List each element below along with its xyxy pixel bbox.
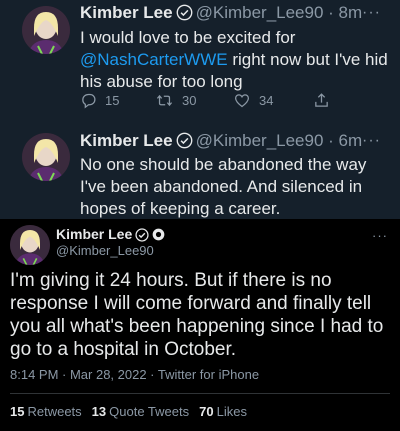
more-horizontal-icon[interactable]: ··· [362,132,381,150]
retweet-icon [155,92,174,109]
more-horizontal-icon[interactable]: ··· [362,4,381,22]
tweet-text-part: I would love to be excited for [80,28,296,47]
verified-badge-icon [176,4,193,26]
divider [10,393,390,394]
timestamp[interactable]: · 6m [328,131,362,150]
retweets-label: Retweets [27,404,82,419]
timeline-panel: Kimber Lee @Kimber_Lee90 · 8m ··· I would… [0,0,400,219]
quote-tweets-count: 13 [91,404,107,419]
quote-tweets-stat[interactable]: 13 Quote Tweets [92,404,189,419]
retweets-stat[interactable]: 15 Retweets [10,404,82,419]
likes-count: 70 [199,404,214,419]
display-name[interactable]: Kimber Lee [80,131,173,150]
verified-badge-icon [176,132,193,154]
engagement-stats: 15 Retweets 13 Quote Tweets 70 Likes [10,404,247,419]
handle[interactable]: @Kimber_Lee90 [196,131,324,150]
retweet-count: 30 [182,93,197,108]
handle[interactable]: @Kimber_Lee90 [56,243,154,258]
avatar[interactable] [22,6,70,54]
main-tweet-text: I'm giving it 24 hours. But if there is … [10,270,384,360]
share-icon [313,92,330,109]
handle[interactable]: @Kimber_Lee90 [196,3,324,22]
tweet-1[interactable]: Kimber Lee @Kimber_Lee90 · 8m ··· I would… [0,0,400,116]
retweets-count: 15 [10,404,25,419]
display-name[interactable]: Kimber Lee [80,3,173,22]
likes-stat[interactable]: 70 Likes [199,404,247,419]
tweet-meta: 8:14 PM · Mar 28, 2022 · Twitter for iPh… [10,367,260,382]
avatar[interactable] [22,133,70,181]
quote-tweets-label: Quote Tweets [109,404,190,419]
share-button[interactable] [313,92,330,109]
tweet-text: I would love to be excited for @NashCart… [80,27,390,93]
circle-badge-icon [152,226,165,242]
like-button[interactable]: 34 [233,92,313,109]
retweet-button[interactable]: 30 [155,92,233,109]
tweet-header: Kimber Lee @Kimber_Lee90 · 6m [80,131,362,154]
timestamp[interactable]: · 8m [328,3,362,22]
heart-icon [233,92,251,109]
tweet-2[interactable]: Kimber Lee @Kimber_Lee90 · 6m ··· No one … [0,126,400,219]
display-name[interactable]: Kimber Lee [56,226,132,242]
avatar[interactable] [10,225,50,265]
tweet-actions: 15 30 34 [80,92,330,109]
likes-label: Likes [216,404,247,419]
reply-icon [80,92,97,109]
reply-count: 15 [105,93,120,108]
tweet-text: No one should be abandoned the way I've … [80,155,367,218]
reply-button[interactable]: 15 [80,92,155,109]
mention-link[interactable]: @NashCarterWWE [80,50,228,69]
more-horizontal-icon[interactable]: ··· [372,228,388,243]
like-count: 34 [259,93,274,108]
tweet-header: Kimber Lee @Kimber_Lee90 · 8m [80,3,362,26]
